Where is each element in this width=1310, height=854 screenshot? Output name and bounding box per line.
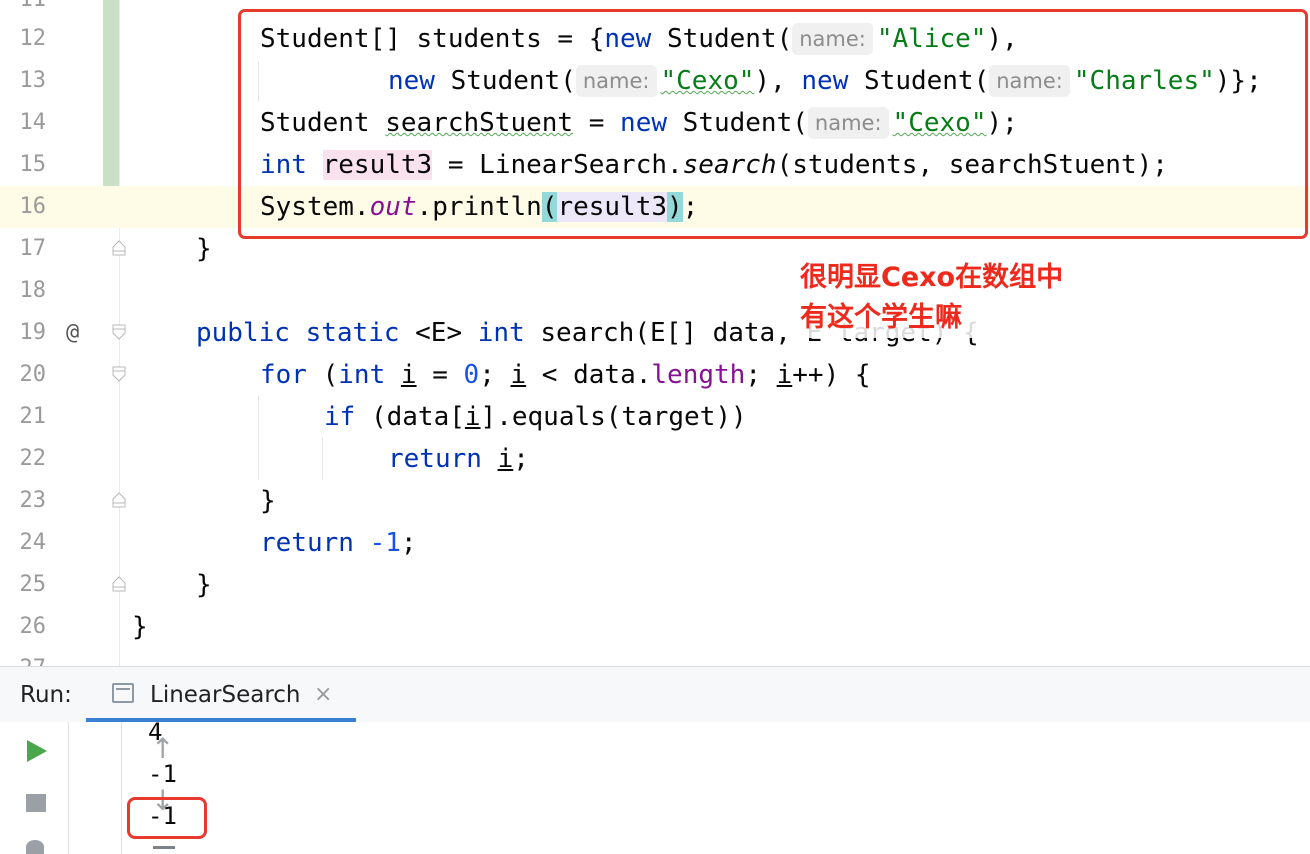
line-number: 27: [0, 648, 47, 666]
run-panel-header: Run: LinearSearch ×: [0, 666, 1310, 723]
stop-icon[interactable]: [26, 794, 46, 812]
run-tab-linearsearch[interactable]: LinearSearch ×: [86, 667, 356, 723]
line-number: 16: [19, 194, 47, 219]
run-toolbar-secondary: ↑ ↓: [69, 722, 175, 854]
annotation-line-1: 很明显Cexo在数组中: [800, 262, 1064, 293]
line-number: 25: [19, 572, 47, 597]
code-line-24: 24 return -1;: [0, 522, 1310, 564]
code-line-19: 19 @ public static <E> int search(E[] da…: [0, 312, 1310, 354]
soft-wrap-icon[interactable]: [153, 846, 175, 849]
run-tab-label: LinearSearch: [150, 682, 301, 708]
run-label: Run:: [20, 682, 72, 708]
console-output-line: -1: [148, 760, 177, 788]
code-editor[interactable]: 11 12 Student[] students = {new Student(…: [0, 0, 1310, 666]
line-number: 22: [19, 446, 47, 471]
run-toolbar: [0, 722, 69, 854]
code-line-18: 18: [0, 270, 1310, 312]
highlight-box: [238, 9, 1308, 239]
annotation-line-2: 有这个学生嘛: [800, 302, 962, 333]
implementation-marker-icon[interactable]: @: [66, 312, 79, 354]
settings-icon[interactable]: [26, 840, 44, 854]
line-number: 19: [19, 320, 47, 345]
line-number: 20: [19, 362, 47, 387]
code-line-21: 21 if (data[i].equals(target)): [0, 396, 1310, 438]
rerun-icon[interactable]: [27, 740, 47, 762]
line-number: 14: [19, 110, 47, 135]
fold-start-icon[interactable]: [112, 324, 126, 340]
line-number: 12: [19, 26, 47, 51]
line-number: 23: [19, 488, 47, 513]
console-output-line: 4: [148, 718, 163, 746]
line-number: 13: [19, 68, 47, 93]
output-highlight-box: [127, 797, 207, 839]
code-line-23: 23 }: [0, 480, 1310, 522]
fold-start-icon[interactable]: [112, 366, 126, 382]
line-number: 15: [19, 152, 47, 177]
code-line-26: 26 }: [0, 606, 1310, 648]
line-number: 26: [19, 614, 47, 639]
fold-end-icon[interactable]: [112, 576, 126, 592]
fold-end-icon[interactable]: [112, 240, 126, 256]
line-number: 21: [19, 404, 47, 429]
fold-end-icon[interactable]: [112, 492, 126, 508]
code-line-20: 20 for (int i = 0; i < data.length; i++)…: [0, 354, 1310, 396]
annotation-callout: 很明显Cexo在数组中 有这个学生嘛: [796, 258, 1068, 338]
line-number: 18: [19, 278, 47, 303]
line-number: 24: [19, 530, 47, 555]
code-line-27: 27: [0, 648, 1310, 666]
close-icon[interactable]: ×: [314, 667, 332, 723]
code-line-22: 22 return i;: [0, 438, 1310, 480]
console-icon: [112, 683, 134, 703]
line-number: 17: [19, 236, 47, 261]
code-line-25: 25 }: [0, 564, 1310, 606]
